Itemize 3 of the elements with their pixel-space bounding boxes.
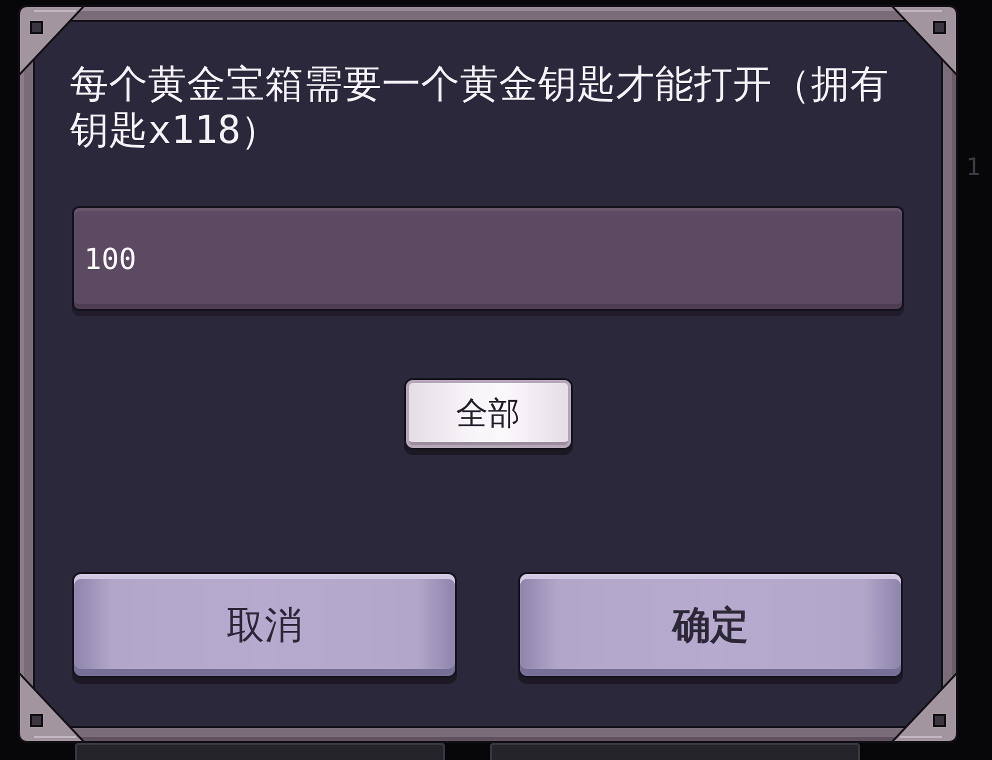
dialog-message: 每个黄金宝箱需要一个黄金钥匙才能打开（拥有钥匙x118） [70, 62, 890, 154]
amount-input-field[interactable]: 100 [72, 206, 904, 311]
background-text: 1 [966, 153, 980, 181]
